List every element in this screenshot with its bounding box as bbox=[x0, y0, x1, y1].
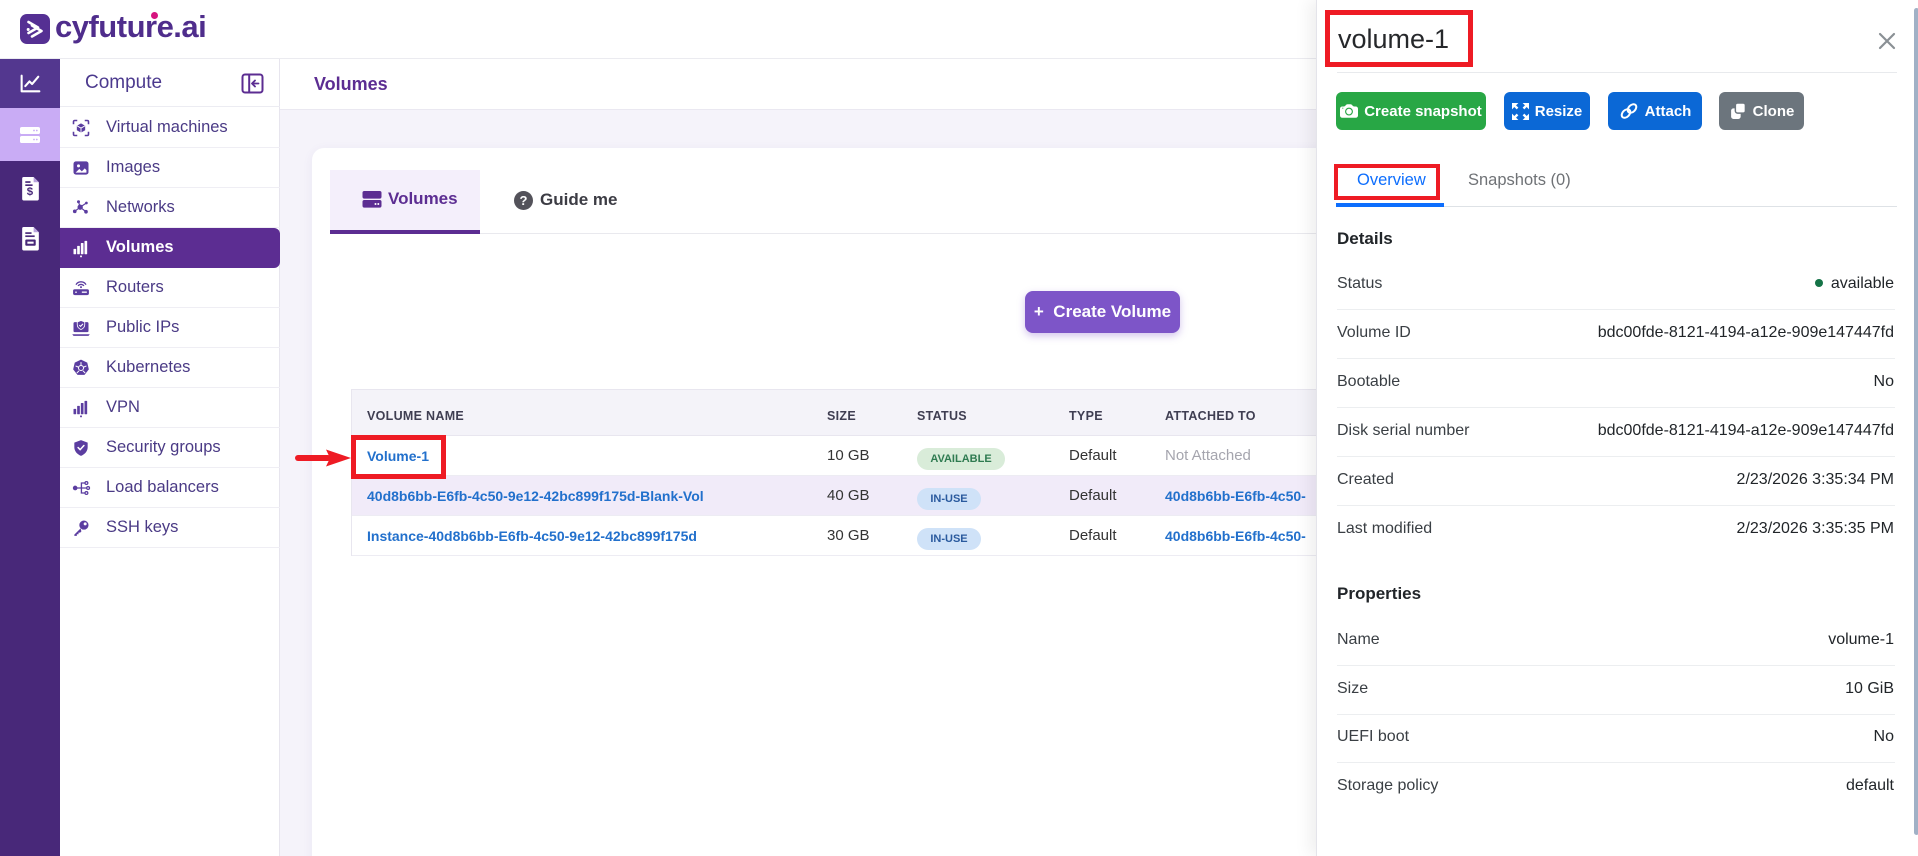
svg-text:$: $ bbox=[26, 185, 33, 197]
